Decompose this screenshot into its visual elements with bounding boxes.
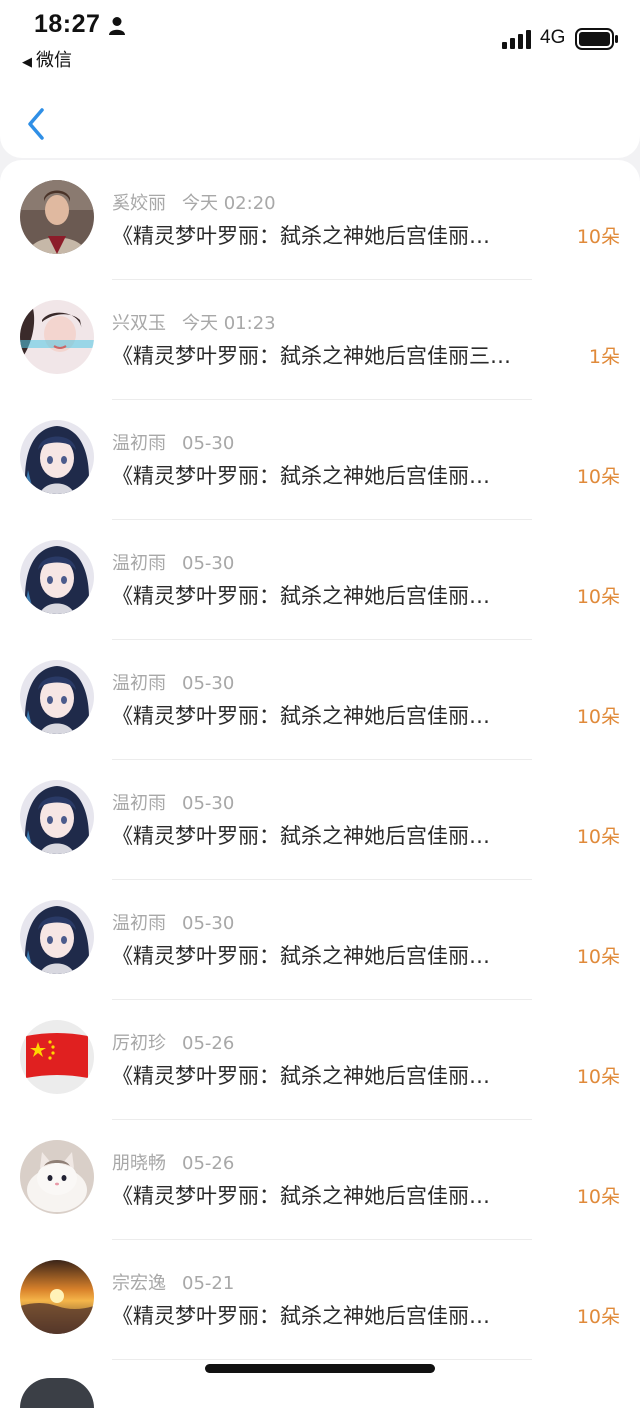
avatar[interactable]	[20, 180, 94, 254]
timestamp: 05-30	[182, 553, 235, 574]
sender-name: 温初雨	[112, 913, 166, 934]
list-item[interactable]: 厉初珍 05-26 《精灵梦叶罗丽：弑杀之神她后宫佳丽… 10朵	[0, 1000, 640, 1120]
avatar[interactable]	[20, 1260, 94, 1334]
list-item[interactable]: 温初雨 05-30 《精灵梦叶罗丽：弑杀之神她后宫佳丽… 10朵	[0, 520, 640, 640]
meta-line: 温初雨 05-30	[112, 909, 234, 935]
back-to-wechat[interactable]: ◀ 微信	[22, 46, 72, 72]
flower-count: 10朵	[576, 586, 620, 608]
sender-name: 宗宏逸	[112, 1273, 166, 1294]
message-text: 《精灵梦叶罗丽：弑杀之神她后宫佳丽…	[112, 1184, 490, 1208]
flower-count: 10朵	[576, 226, 620, 248]
sender-name: 温初雨	[112, 553, 166, 574]
gift-record-list: 奚姣丽 今天 02:20 《精灵梦叶罗丽：弑杀之神她后宫佳丽… 10朵 兴双玉 今天 01…	[0, 160, 640, 1410]
avatar[interactable]	[20, 420, 94, 494]
home-indicator	[205, 1364, 435, 1373]
list-item[interactable]: 朋晓畅 05-26 《精灵梦叶罗丽：弑杀之神她后宫佳丽… 10朵	[0, 1120, 640, 1240]
meta-line: 温初雨 05-30	[112, 549, 234, 575]
flower-count: 10朵	[576, 706, 620, 728]
avatar[interactable]	[20, 1140, 94, 1214]
top-header: 18:27 ◀ 微信 4G	[0, 0, 640, 158]
meta-line: 温初雨 05-30	[112, 429, 234, 455]
timestamp: 05-30	[182, 913, 235, 934]
message-text: 《精灵梦叶罗丽：弑杀之神她后宫佳丽…	[112, 944, 490, 968]
list-item[interactable]: 温初雨 05-30 《精灵梦叶罗丽：弑杀之神她后宫佳丽… 10朵	[0, 400, 640, 520]
back-app-label: 微信	[36, 50, 72, 71]
sender-name: 温初雨	[112, 673, 166, 694]
meta-line: 温初雨 05-30	[112, 669, 234, 695]
flower-count: 10朵	[576, 1066, 620, 1088]
flower-count: 1朵	[588, 346, 620, 368]
meta-line: 奚姣丽 今天 02:20	[112, 189, 276, 215]
message-text: 《精灵梦叶罗丽：弑杀之神她后宫佳丽…	[112, 584, 490, 608]
signal-icon	[502, 30, 531, 49]
chevron-left-icon[interactable]	[22, 104, 52, 144]
list-item[interactable]: 温初雨 05-30 《精灵梦叶罗丽：弑杀之神她后宫佳丽… 10朵	[0, 880, 640, 1000]
status-time: 18:27	[34, 10, 101, 38]
avatar[interactable]	[20, 780, 94, 854]
battery-icon	[575, 28, 618, 50]
back-triangle-icon: ◀	[22, 55, 32, 70]
avatar[interactable]	[20, 900, 94, 974]
flower-count: 10朵	[576, 1186, 620, 1208]
timestamp: 今天 01:23	[182, 313, 276, 334]
sender-name: 厉初珍	[112, 1033, 166, 1054]
meta-line: 朋晓畅 05-26	[112, 1149, 234, 1175]
timestamp: 05-30	[182, 433, 235, 454]
avatar[interactable]	[20, 300, 94, 374]
list-item[interactable]: 宗宏逸 05-21 《精灵梦叶罗丽：弑杀之神她后宫佳丽… 10朵	[0, 1240, 640, 1360]
avatar[interactable]	[20, 660, 94, 734]
message-text: 《精灵梦叶罗丽：弑杀之神她后宫佳丽…	[112, 224, 490, 248]
timestamp: 05-30	[182, 793, 235, 814]
timestamp: 05-26	[182, 1153, 235, 1174]
list-item[interactable]: 兴双玉 今天 01:23 《精灵梦叶罗丽：弑杀之神她后宫佳丽三… 1朵	[0, 280, 640, 400]
timestamp: 05-30	[182, 673, 235, 694]
message-text: 《精灵梦叶罗丽：弑杀之神她后宫佳丽…	[112, 704, 490, 728]
message-text: 《精灵梦叶罗丽：弑杀之神她后宫佳丽…	[112, 1304, 490, 1328]
message-text: 《精灵梦叶罗丽：弑杀之神她后宫佳丽…	[112, 464, 490, 488]
list-item[interactable]: 温初雨 05-30 《精灵梦叶罗丽：弑杀之神她后宫佳丽… 10朵	[0, 760, 640, 880]
message-text: 《精灵梦叶罗丽：弑杀之神她后宫佳丽…	[112, 1064, 490, 1088]
meta-line: 厉初珍 05-26	[112, 1029, 234, 1055]
avatar[interactable]	[20, 1020, 94, 1094]
person-icon	[109, 17, 125, 35]
flower-count: 10朵	[576, 826, 620, 848]
timestamp: 05-26	[182, 1033, 235, 1054]
list-item[interactable]: 温初雨 05-30 《精灵梦叶罗丽：弑杀之神她后宫佳丽… 10朵	[0, 640, 640, 760]
meta-line: 温初雨 05-30	[112, 789, 234, 815]
list-item[interactable]: 奚姣丽 今天 02:20 《精灵梦叶罗丽：弑杀之神她后宫佳丽… 10朵	[0, 160, 640, 280]
sender-name: 兴双玉	[112, 313, 166, 334]
meta-line: 宗宏逸 05-21	[112, 1269, 234, 1295]
sender-name: 奚姣丽	[112, 193, 166, 214]
flower-count: 10朵	[576, 946, 620, 968]
sender-name: 温初雨	[112, 793, 166, 814]
sender-name: 温初雨	[112, 433, 166, 454]
timestamp: 今天 02:20	[182, 193, 276, 214]
flower-count: 10朵	[576, 466, 620, 488]
avatar[interactable]	[20, 540, 94, 614]
timestamp: 05-21	[182, 1273, 235, 1294]
row-divider	[112, 1359, 532, 1360]
message-text: 《精灵梦叶罗丽：弑杀之神她后宫佳丽三…	[112, 344, 511, 368]
message-text: 《精灵梦叶罗丽：弑杀之神她后宫佳丽…	[112, 824, 490, 848]
sender-name: 朋晓畅	[112, 1153, 166, 1174]
meta-line: 兴双玉 今天 01:23	[112, 309, 276, 335]
network-type: 4G	[540, 27, 566, 48]
flower-count: 10朵	[576, 1306, 620, 1328]
